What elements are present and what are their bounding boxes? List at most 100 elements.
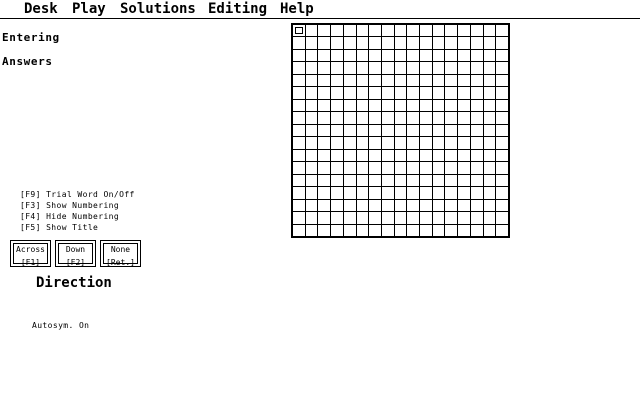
grid-cell[interactable] — [369, 187, 381, 199]
grid-cell[interactable] — [420, 62, 432, 74]
grid-cell[interactable] — [331, 62, 343, 74]
grid-cell[interactable] — [331, 87, 343, 99]
grid-cell[interactable] — [381, 62, 394, 74]
grid-cell[interactable] — [470, 162, 483, 174]
grid-cell[interactable] — [496, 62, 508, 74]
grid-cell[interactable] — [293, 74, 305, 87]
grid-cell[interactable] — [305, 112, 318, 124]
grid-cell[interactable] — [458, 199, 470, 212]
grid-cell[interactable] — [394, 62, 407, 74]
grid-cell[interactable] — [394, 49, 407, 62]
grid-cell[interactable] — [305, 212, 318, 224]
across-button[interactable]: Across [F1] — [10, 240, 51, 267]
grid-cell[interactable] — [445, 74, 458, 87]
grid-cell[interactable] — [432, 174, 445, 187]
grid-cell[interactable] — [394, 112, 407, 124]
grid-cell[interactable] — [496, 112, 508, 124]
menu-play[interactable]: Play — [72, 1, 106, 17]
grid-cell[interactable] — [369, 199, 381, 212]
grid-cell[interactable] — [356, 137, 369, 149]
grid-cell[interactable] — [407, 199, 420, 212]
grid-cell[interactable] — [318, 199, 331, 212]
grid-cell[interactable] — [432, 199, 445, 212]
grid-cell[interactable] — [407, 37, 420, 49]
grid-cell[interactable] — [381, 187, 394, 199]
grid-cell[interactable] — [407, 49, 420, 62]
grid-cell[interactable] — [407, 25, 420, 37]
grid-cell[interactable] — [293, 212, 305, 224]
grid-cell[interactable] — [407, 137, 420, 149]
grid-cell[interactable] — [420, 224, 432, 236]
grid-cell[interactable] — [343, 87, 356, 99]
grid-cell[interactable] — [343, 149, 356, 162]
grid-cell[interactable] — [420, 112, 432, 124]
grid-cell[interactable] — [293, 49, 305, 62]
grid-cell[interactable] — [356, 87, 369, 99]
grid-cell[interactable] — [293, 199, 305, 212]
grid-cell[interactable] — [496, 174, 508, 187]
grid-cell[interactable] — [394, 224, 407, 236]
grid-cell[interactable] — [445, 25, 458, 37]
grid-cell[interactable] — [369, 162, 381, 174]
grid-cell[interactable] — [305, 49, 318, 62]
grid-cell[interactable] — [407, 212, 420, 224]
grid-cell[interactable] — [483, 124, 496, 137]
grid-cell[interactable] — [432, 25, 445, 37]
grid-cell[interactable] — [458, 162, 470, 174]
grid-cell[interactable] — [381, 124, 394, 137]
grid-cell[interactable] — [470, 74, 483, 87]
grid-cell[interactable] — [318, 149, 331, 162]
grid-cell[interactable] — [445, 212, 458, 224]
grid-cell[interactable] — [394, 124, 407, 137]
grid-cell[interactable] — [356, 149, 369, 162]
grid-cell[interactable] — [483, 149, 496, 162]
grid-cell[interactable] — [331, 137, 343, 149]
grid-cell[interactable] — [293, 174, 305, 187]
grid-cell[interactable] — [293, 87, 305, 99]
grid-cell[interactable] — [293, 37, 305, 49]
grid-cell[interactable] — [318, 99, 331, 112]
grid-cell[interactable] — [305, 174, 318, 187]
grid-cell[interactable] — [318, 124, 331, 137]
grid-cell[interactable] — [293, 224, 305, 236]
grid-cell[interactable] — [394, 25, 407, 37]
grid-cell[interactable] — [318, 25, 331, 37]
grid-cell[interactable] — [420, 37, 432, 49]
grid-cell[interactable] — [496, 99, 508, 112]
grid-cell[interactable] — [331, 149, 343, 162]
crossword-grid[interactable] — [291, 23, 510, 238]
grid-cell[interactable] — [432, 99, 445, 112]
grid-cell[interactable] — [343, 187, 356, 199]
grid-cell[interactable] — [496, 25, 508, 37]
grid-cell[interactable] — [496, 187, 508, 199]
grid-cell[interactable] — [432, 137, 445, 149]
grid-cell[interactable] — [496, 162, 508, 174]
grid-cell[interactable] — [305, 37, 318, 49]
grid-cell[interactable] — [458, 87, 470, 99]
grid-cell[interactable] — [432, 162, 445, 174]
grid-cell[interactable] — [356, 37, 369, 49]
grid-cell[interactable] — [318, 224, 331, 236]
grid-cell[interactable] — [381, 74, 394, 87]
grid-cell[interactable] — [356, 99, 369, 112]
grid-cell[interactable] — [318, 187, 331, 199]
grid-cell[interactable] — [331, 112, 343, 124]
grid-cell[interactable] — [420, 99, 432, 112]
grid-cell[interactable] — [496, 199, 508, 212]
grid-cell[interactable] — [420, 124, 432, 137]
grid-cell[interactable] — [356, 187, 369, 199]
grid-cell[interactable] — [483, 62, 496, 74]
grid-cell[interactable] — [356, 162, 369, 174]
grid-cell[interactable] — [381, 137, 394, 149]
grid-cell[interactable] — [458, 187, 470, 199]
grid-cell[interactable] — [369, 137, 381, 149]
grid-cell-cursor[interactable] — [293, 25, 305, 37]
grid-cell[interactable] — [496, 137, 508, 149]
grid-cell[interactable] — [318, 49, 331, 62]
grid-cell[interactable] — [394, 74, 407, 87]
grid-cell[interactable] — [496, 49, 508, 62]
grid-cell[interactable] — [305, 224, 318, 236]
grid-cell[interactable] — [420, 49, 432, 62]
grid-cell[interactable] — [381, 199, 394, 212]
grid-cell[interactable] — [458, 74, 470, 87]
